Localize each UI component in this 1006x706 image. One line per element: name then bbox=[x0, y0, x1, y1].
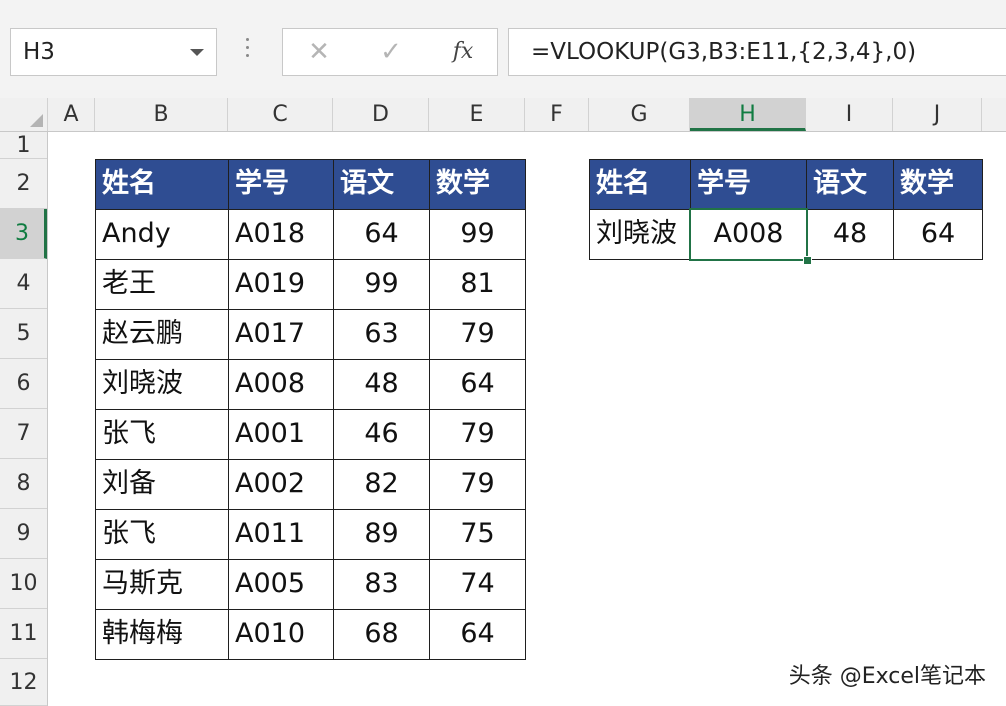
table-cell[interactable]: A018 bbox=[228, 209, 334, 260]
insert-function-icon[interactable]: fx bbox=[433, 29, 493, 75]
row-header-12[interactable]: 12 bbox=[0, 659, 47, 706]
table-cell[interactable]: 79 bbox=[429, 459, 526, 510]
table-cell[interactable]: A008 bbox=[228, 359, 334, 410]
table-cell[interactable]: 79 bbox=[429, 309, 526, 360]
table-cell[interactable]: 46 bbox=[333, 409, 430, 460]
table-cell[interactable]: Andy bbox=[95, 209, 229, 260]
table-cell[interactable]: 老王 bbox=[95, 259, 229, 310]
row-header-5[interactable]: 5 bbox=[0, 309, 47, 359]
row-header-3[interactable]: 3 bbox=[0, 209, 47, 259]
column-header-d[interactable]: D bbox=[333, 98, 429, 131]
row-header-1[interactable]: 1 bbox=[0, 132, 47, 159]
column-header-j[interactable]: J bbox=[893, 98, 982, 131]
table-cell[interactable]: A019 bbox=[228, 259, 334, 310]
fill-handle[interactable] bbox=[803, 256, 812, 265]
column-header-a[interactable]: A bbox=[48, 98, 95, 131]
table-cell[interactable]: 68 bbox=[333, 609, 430, 660]
table-cell[interactable]: 刘备 bbox=[95, 459, 229, 510]
column-header-b[interactable]: B bbox=[95, 98, 228, 131]
row-header-6[interactable]: 6 bbox=[0, 359, 47, 409]
select-all-icon[interactable] bbox=[30, 114, 43, 127]
column-header-e[interactable]: E bbox=[429, 98, 525, 131]
select-all-button[interactable] bbox=[0, 98, 48, 131]
row-header-9[interactable]: 9 bbox=[0, 509, 47, 559]
row-header-4[interactable]: 4 bbox=[0, 259, 47, 309]
table-cell[interactable]: 81 bbox=[429, 259, 526, 310]
drag-handle-icon[interactable] bbox=[246, 38, 250, 64]
table-cell[interactable]: 48 bbox=[333, 359, 430, 410]
table-cell[interactable]: 韩梅梅 bbox=[95, 609, 229, 660]
table-header-cell[interactable]: 学号 bbox=[228, 159, 334, 210]
table-cell[interactable]: 99 bbox=[429, 209, 526, 260]
table-cell[interactable]: 张飞 bbox=[95, 409, 229, 460]
watermark-text: 头条 @Excel笔记本 bbox=[788, 664, 986, 689]
table-cell[interactable]: 79 bbox=[429, 409, 526, 460]
table-cell[interactable]: 63 bbox=[333, 309, 430, 360]
column-header-row: ABCDEFGHIJ bbox=[0, 98, 1006, 132]
row-header-2[interactable]: 2 bbox=[0, 159, 47, 209]
table-cell[interactable]: A010 bbox=[228, 609, 334, 660]
table-cell[interactable]: A011 bbox=[228, 509, 334, 560]
row-header-10[interactable]: 10 bbox=[0, 559, 47, 609]
column-header-g[interactable]: G bbox=[589, 98, 690, 131]
lookup-header-cell[interactable]: 数学 bbox=[893, 159, 983, 210]
row-header-7[interactable]: 7 bbox=[0, 409, 47, 459]
table-cell[interactable]: 马斯克 bbox=[95, 559, 229, 610]
table-cell[interactable]: 75 bbox=[429, 509, 526, 560]
name-box-value: H3 bbox=[23, 39, 55, 65]
table-cell[interactable]: 赵云鹏 bbox=[95, 309, 229, 360]
table-cell[interactable]: 64 bbox=[429, 609, 526, 660]
table-header-cell[interactable]: 姓名 bbox=[95, 159, 229, 210]
lookup-key-cell[interactable]: 刘晓波 bbox=[589, 209, 691, 260]
table-header-cell[interactable]: 语文 bbox=[333, 159, 430, 210]
table-cell[interactable]: 64 bbox=[333, 209, 430, 260]
row-header-column: 1 2 3 4 5 6 7 8 9 10 11 12 bbox=[0, 132, 48, 706]
column-header-c[interactable]: C bbox=[228, 98, 333, 131]
column-header-f[interactable]: F bbox=[525, 98, 589, 131]
row-header-11[interactable]: 11 bbox=[0, 609, 47, 659]
column-header-h[interactable]: H bbox=[690, 98, 806, 131]
table-header-cell[interactable]: 数学 bbox=[429, 159, 526, 210]
table-cell[interactable]: A005 bbox=[228, 559, 334, 610]
table-cell[interactable]: 82 bbox=[333, 459, 430, 510]
formula-buttons: ✕ ✓ fx bbox=[282, 28, 498, 76]
table-cell[interactable]: 刘晓波 bbox=[95, 359, 229, 410]
table-cell[interactable]: A002 bbox=[228, 459, 334, 510]
cancel-icon[interactable]: ✕ bbox=[289, 29, 349, 75]
name-box[interactable]: H3 bbox=[10, 28, 217, 76]
lookup-result-cell[interactable]: 48 bbox=[806, 209, 894, 260]
lookup-header-cell[interactable]: 学号 bbox=[690, 159, 807, 210]
formula-bar-area: H3 ✕ ✓ fx =VLOOKUP(G3,B3:E11,{2,3,4},0) bbox=[0, 0, 1006, 98]
table-cell[interactable]: A017 bbox=[228, 309, 334, 360]
table-cell[interactable]: 64 bbox=[429, 359, 526, 410]
row-header-8[interactable]: 8 bbox=[0, 459, 47, 509]
table-cell[interactable]: 74 bbox=[429, 559, 526, 610]
lookup-header-cell[interactable]: 语文 bbox=[806, 159, 894, 210]
table-cell[interactable]: 张飞 bbox=[95, 509, 229, 560]
active-cell-selection[interactable] bbox=[689, 208, 808, 261]
table-cell[interactable]: 99 bbox=[333, 259, 430, 310]
column-header-i[interactable]: I bbox=[806, 98, 893, 131]
table-cell[interactable]: A001 bbox=[228, 409, 334, 460]
table-cell[interactable]: 89 bbox=[333, 509, 430, 560]
lookup-result-cell[interactable]: 64 bbox=[893, 209, 983, 260]
table-cell[interactable]: 83 bbox=[333, 559, 430, 610]
chevron-down-icon[interactable] bbox=[190, 49, 204, 56]
enter-icon[interactable]: ✓ bbox=[361, 29, 421, 75]
lookup-header-cell[interactable]: 姓名 bbox=[589, 159, 691, 210]
formula-input[interactable]: =VLOOKUP(G3,B3:E11,{2,3,4},0) bbox=[508, 28, 1006, 76]
